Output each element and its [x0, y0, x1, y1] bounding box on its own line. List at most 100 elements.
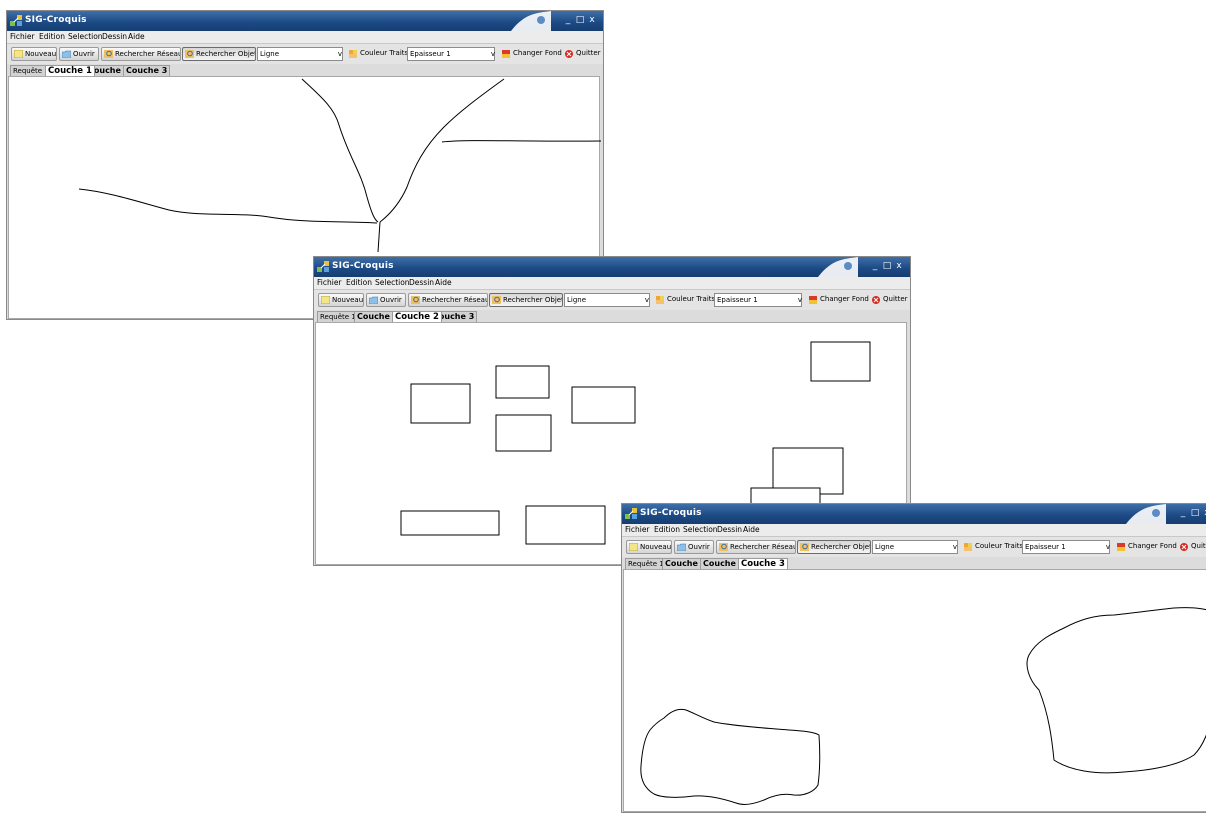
nouveau-button[interactable]: Nouveau — [626, 540, 672, 554]
chevron-down-icon[interactable]: v — [950, 540, 960, 554]
rechercher-objet-button[interactable]: Rechercher Objet... — [797, 540, 871, 554]
chevron-down-icon[interactable]: v — [1103, 540, 1113, 554]
tab-couche-3[interactable]: Couche 3 — [738, 558, 788, 569]
nouveau-button[interactable]: Nouveau — [318, 293, 364, 307]
close-button[interactable]: x — [892, 259, 906, 273]
color-palette-icon — [656, 296, 664, 304]
menu-edition[interactable]: Edition — [39, 32, 65, 41]
drawn-rectangle — [410, 383, 471, 424]
window-title: SIG-Croquis — [332, 261, 394, 271]
swoosh-decoration-icon — [511, 11, 551, 31]
toolbar: Nouveau Ouvrir Rechercher Réseau... Rech… — [314, 290, 910, 311]
drawn-polygon — [640, 708, 821, 805]
app-icon — [625, 508, 637, 519]
open-folder-icon — [369, 296, 378, 304]
menu-aide[interactable]: Aide — [128, 32, 145, 41]
epaisseur-select[interactable]: Epaisseur 1 — [1022, 540, 1110, 554]
changer-fond-button[interactable]: Changer Fond — [1117, 540, 1177, 554]
quitter-button[interactable]: Quitter — [872, 293, 910, 307]
title-bar[interactable]: SIG-Croquis _ □ x — [314, 257, 910, 277]
drawn-line — [78, 188, 378, 224]
ouvrir-button[interactable]: Ouvrir — [59, 47, 99, 61]
magnifier-map-icon — [104, 50, 113, 58]
couleur-traits-button[interactable]: Couleur Traits — [656, 293, 715, 307]
canvas-polygons — [640, 607, 1206, 805]
menu-selection[interactable]: Selection — [68, 32, 103, 41]
quitter-button[interactable]: Quitter — [1180, 540, 1206, 554]
close-button[interactable]: x — [1200, 506, 1206, 520]
rechercher-reseau-button[interactable]: Rechercher Réseau... — [716, 540, 796, 554]
new-file-icon — [629, 543, 638, 551]
window-title: SIG-Croquis — [640, 508, 702, 518]
drawn-line — [377, 221, 381, 253]
drawn-line — [301, 78, 379, 223]
menu-dessin[interactable]: Dessin — [102, 32, 127, 41]
changer-fond-button[interactable]: Changer Fond — [502, 47, 562, 61]
menu-dessin[interactable]: Dessin — [717, 525, 742, 534]
rechercher-reseau-button[interactable]: Rechercher Réseau... — [408, 293, 488, 307]
drawn-rectangle — [571, 386, 636, 424]
tab-couche-3[interactable]: Couche 3 — [123, 65, 171, 76]
menu-aide[interactable]: Aide — [435, 278, 452, 287]
title-bar[interactable]: SIG-Croquis _ □ x — [622, 504, 1206, 524]
menu-dessin[interactable]: Dessin — [409, 278, 434, 287]
drawn-rectangle — [810, 341, 871, 382]
menu-bar: Fichier Edition Selection Dessin Aide — [314, 277, 910, 290]
quit-red-circle-icon — [872, 296, 880, 304]
tab-couche-1[interactable]: Couche 1 — [45, 65, 95, 76]
rechercher-objet-button[interactable]: Rechercher Objet... — [489, 293, 563, 307]
menu-edition[interactable]: Edition — [654, 525, 680, 534]
tab-bar: Requête 1 Couche 1 Couche 2 Couche 3 — [622, 557, 1206, 569]
magnifier-map-icon — [185, 50, 194, 58]
menu-fichier[interactable]: Fichier — [317, 278, 342, 287]
chevron-down-icon[interactable]: v — [488, 47, 498, 61]
chevron-down-icon[interactable]: v — [642, 293, 652, 307]
shape-select[interactable]: Ligne — [564, 293, 650, 307]
shape-select[interactable]: Ligne — [872, 540, 958, 554]
shape-select[interactable]: Ligne — [257, 47, 343, 61]
drawn-polygon — [1026, 607, 1206, 774]
menu-fichier[interactable]: Fichier — [10, 32, 35, 41]
drawn-rectangle — [772, 447, 844, 495]
ouvrir-button[interactable]: Ouvrir — [366, 293, 406, 307]
app-icon — [10, 15, 22, 26]
menu-edition[interactable]: Edition — [346, 278, 372, 287]
chevron-down-icon[interactable]: v — [335, 47, 345, 61]
menu-aide[interactable]: Aide — [743, 525, 760, 534]
epaisseur-select[interactable]: Epaisseur 1 — [714, 293, 802, 307]
ouvrir-button[interactable]: Ouvrir — [674, 540, 714, 554]
tab-couche-2[interactable]: Couche 2 — [392, 311, 442, 322]
close-button[interactable]: x — [585, 13, 599, 27]
tab-bar: Requête 1 Couche 1 Couche 2 Couche 3 — [7, 64, 603, 76]
open-folder-icon — [677, 543, 686, 551]
swoosh-decoration-icon — [818, 257, 858, 277]
menu-fichier[interactable]: Fichier — [625, 525, 650, 534]
quit-red-circle-icon — [1180, 543, 1188, 551]
drawn-rectangle — [525, 505, 606, 545]
tab-bar: Requête 1 Couche 1 Couche 2 Couche 3 — [314, 310, 910, 322]
drawn-line — [441, 140, 601, 143]
epaisseur-select[interactable]: Epaisseur 1 — [407, 47, 495, 61]
menu-bar: Fichier Edition Selection Dessin Aide — [622, 524, 1206, 537]
rechercher-reseau-button[interactable]: Rechercher Réseau... — [101, 47, 181, 61]
background-fill-icon — [809, 296, 817, 304]
chevron-down-icon[interactable]: v — [795, 293, 805, 307]
menu-selection[interactable]: Selection — [375, 278, 410, 287]
quit-red-circle-icon — [565, 50, 573, 58]
menu-selection[interactable]: Selection — [683, 525, 718, 534]
window-title: SIG-Croquis — [25, 15, 87, 25]
rechercher-objet-button[interactable]: Rechercher Objet... — [182, 47, 256, 61]
changer-fond-button[interactable]: Changer Fond — [809, 293, 869, 307]
new-file-icon — [14, 50, 23, 58]
app-icon — [317, 261, 329, 272]
nouveau-button[interactable]: Nouveau — [11, 47, 57, 61]
couleur-traits-button[interactable]: Couleur Traits — [349, 47, 408, 61]
tab-requete-1[interactable]: Requête 1 — [625, 558, 667, 569]
drawing-canvas[interactable] — [623, 569, 1206, 812]
quitter-button[interactable]: Quitter — [565, 47, 603, 61]
window-couche-3[interactable]: SIG-Croquis _ □ x Fichier Edition Select… — [621, 503, 1206, 813]
title-bar[interactable]: SIG-Croquis _ □ x — [7, 11, 603, 31]
tab-requete-1[interactable]: Requête 1 — [317, 311, 359, 322]
magnifier-map-icon — [411, 296, 420, 304]
couleur-traits-button[interactable]: Couleur Traits — [964, 540, 1023, 554]
